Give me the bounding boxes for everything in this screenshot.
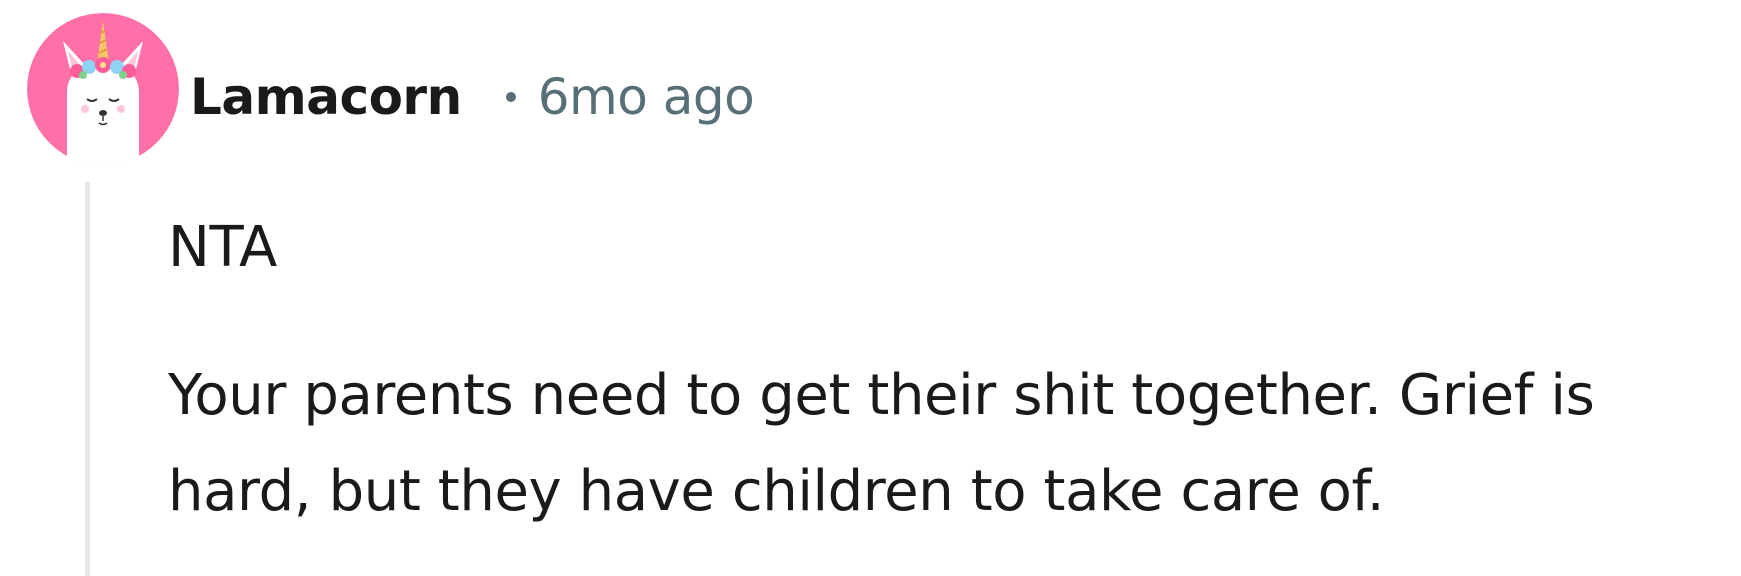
separator-dot (505, 92, 516, 102)
comment-paragraph: NTA (168, 215, 277, 280)
thread-line[interactable] (85, 182, 90, 576)
comment-timestamp[interactable]: 6mo ago (538, 68, 755, 126)
author-username[interactable]: Lamacorn (190, 68, 462, 126)
unicorn-llama-avatar-icon (27, 13, 179, 165)
comment: Lamacorn 6mo ago NTA Your parents need t… (0, 0, 1741, 576)
comment-body: NTA Your parents need to get their shit … (168, 200, 1728, 540)
comment-paragraph: Your parents need to get their shit toge… (168, 363, 1595, 524)
avatar[interactable] (27, 13, 179, 165)
comment-header: Lamacorn 6mo ago (190, 62, 755, 132)
